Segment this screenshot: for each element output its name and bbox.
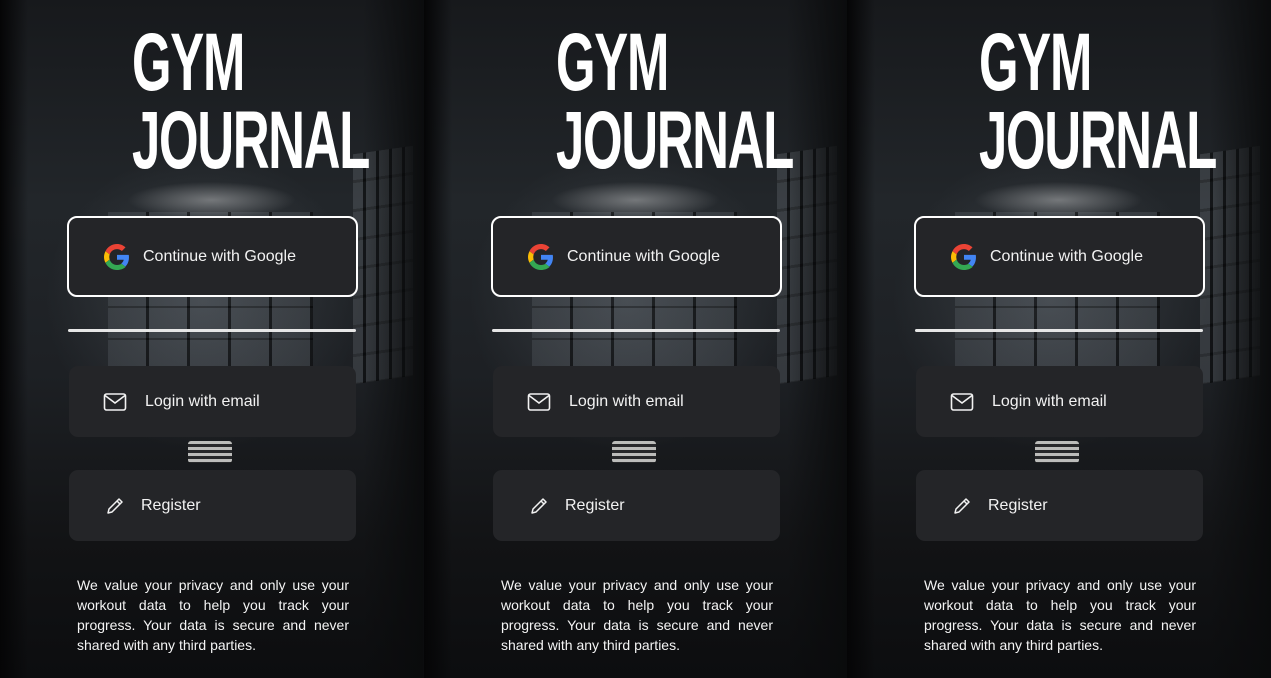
google-icon <box>103 243 131 271</box>
logo-line-1: GYM <box>132 17 245 108</box>
app-logo: GYM JOURNAL <box>132 17 370 186</box>
app-logo: GYM JOURNAL <box>556 17 794 186</box>
login-with-email-button[interactable]: Login with email <box>493 366 780 437</box>
email-button-label: Login with email <box>145 392 260 410</box>
divider <box>68 329 356 332</box>
divider <box>915 329 1203 332</box>
register-button-label: Register <box>141 496 201 514</box>
login-screen-1: GYM JOURNAL Continue with Google Login w… <box>0 0 423 678</box>
login-with-email-button[interactable]: Login with email <box>69 366 356 437</box>
envelope-icon <box>948 388 976 416</box>
background-bench <box>1035 441 1079 463</box>
background-bench <box>612 441 656 463</box>
logo-line-1: GYM <box>556 17 669 108</box>
continue-with-google-button[interactable]: Continue with Google <box>491 216 782 297</box>
envelope-icon <box>101 388 129 416</box>
email-button-label: Login with email <box>992 392 1107 410</box>
pencil-icon <box>101 492 129 520</box>
background-bench <box>188 441 232 463</box>
register-button-label: Register <box>988 496 1048 514</box>
email-button-label: Login with email <box>569 392 684 410</box>
envelope-icon <box>525 388 553 416</box>
login-with-email-button[interactable]: Login with email <box>916 366 1203 437</box>
google-icon <box>950 243 978 271</box>
privacy-notice: We value your privacy and only use your … <box>77 577 349 653</box>
pencil-icon <box>525 492 553 520</box>
google-button-label: Continue with Google <box>143 247 296 265</box>
app-logo: GYM JOURNAL <box>979 17 1217 186</box>
register-button[interactable]: Register <box>69 470 356 541</box>
privacy-notice: We value your privacy and only use your … <box>924 577 1196 653</box>
google-button-label: Continue with Google <box>990 247 1143 265</box>
google-button-label: Continue with Google <box>567 247 720 265</box>
pencil-icon <box>948 492 976 520</box>
login-screen-3: GYM JOURNAL Continue with Google Login w… <box>847 0 1270 678</box>
privacy-notice: We value your privacy and only use your … <box>501 577 773 653</box>
logo-line-2: JOURNAL <box>132 95 370 186</box>
logo-line-2: JOURNAL <box>979 95 1217 186</box>
logo-line-1: GYM <box>979 17 1092 108</box>
login-screen-2: GYM JOURNAL Continue with Google Login w… <box>424 0 847 678</box>
continue-with-google-button[interactable]: Continue with Google <box>67 216 358 297</box>
continue-with-google-button[interactable]: Continue with Google <box>914 216 1205 297</box>
register-button[interactable]: Register <box>916 470 1203 541</box>
register-button[interactable]: Register <box>493 470 780 541</box>
register-button-label: Register <box>565 496 625 514</box>
google-icon <box>527 243 555 271</box>
divider <box>492 329 780 332</box>
logo-line-2: JOURNAL <box>556 95 794 186</box>
